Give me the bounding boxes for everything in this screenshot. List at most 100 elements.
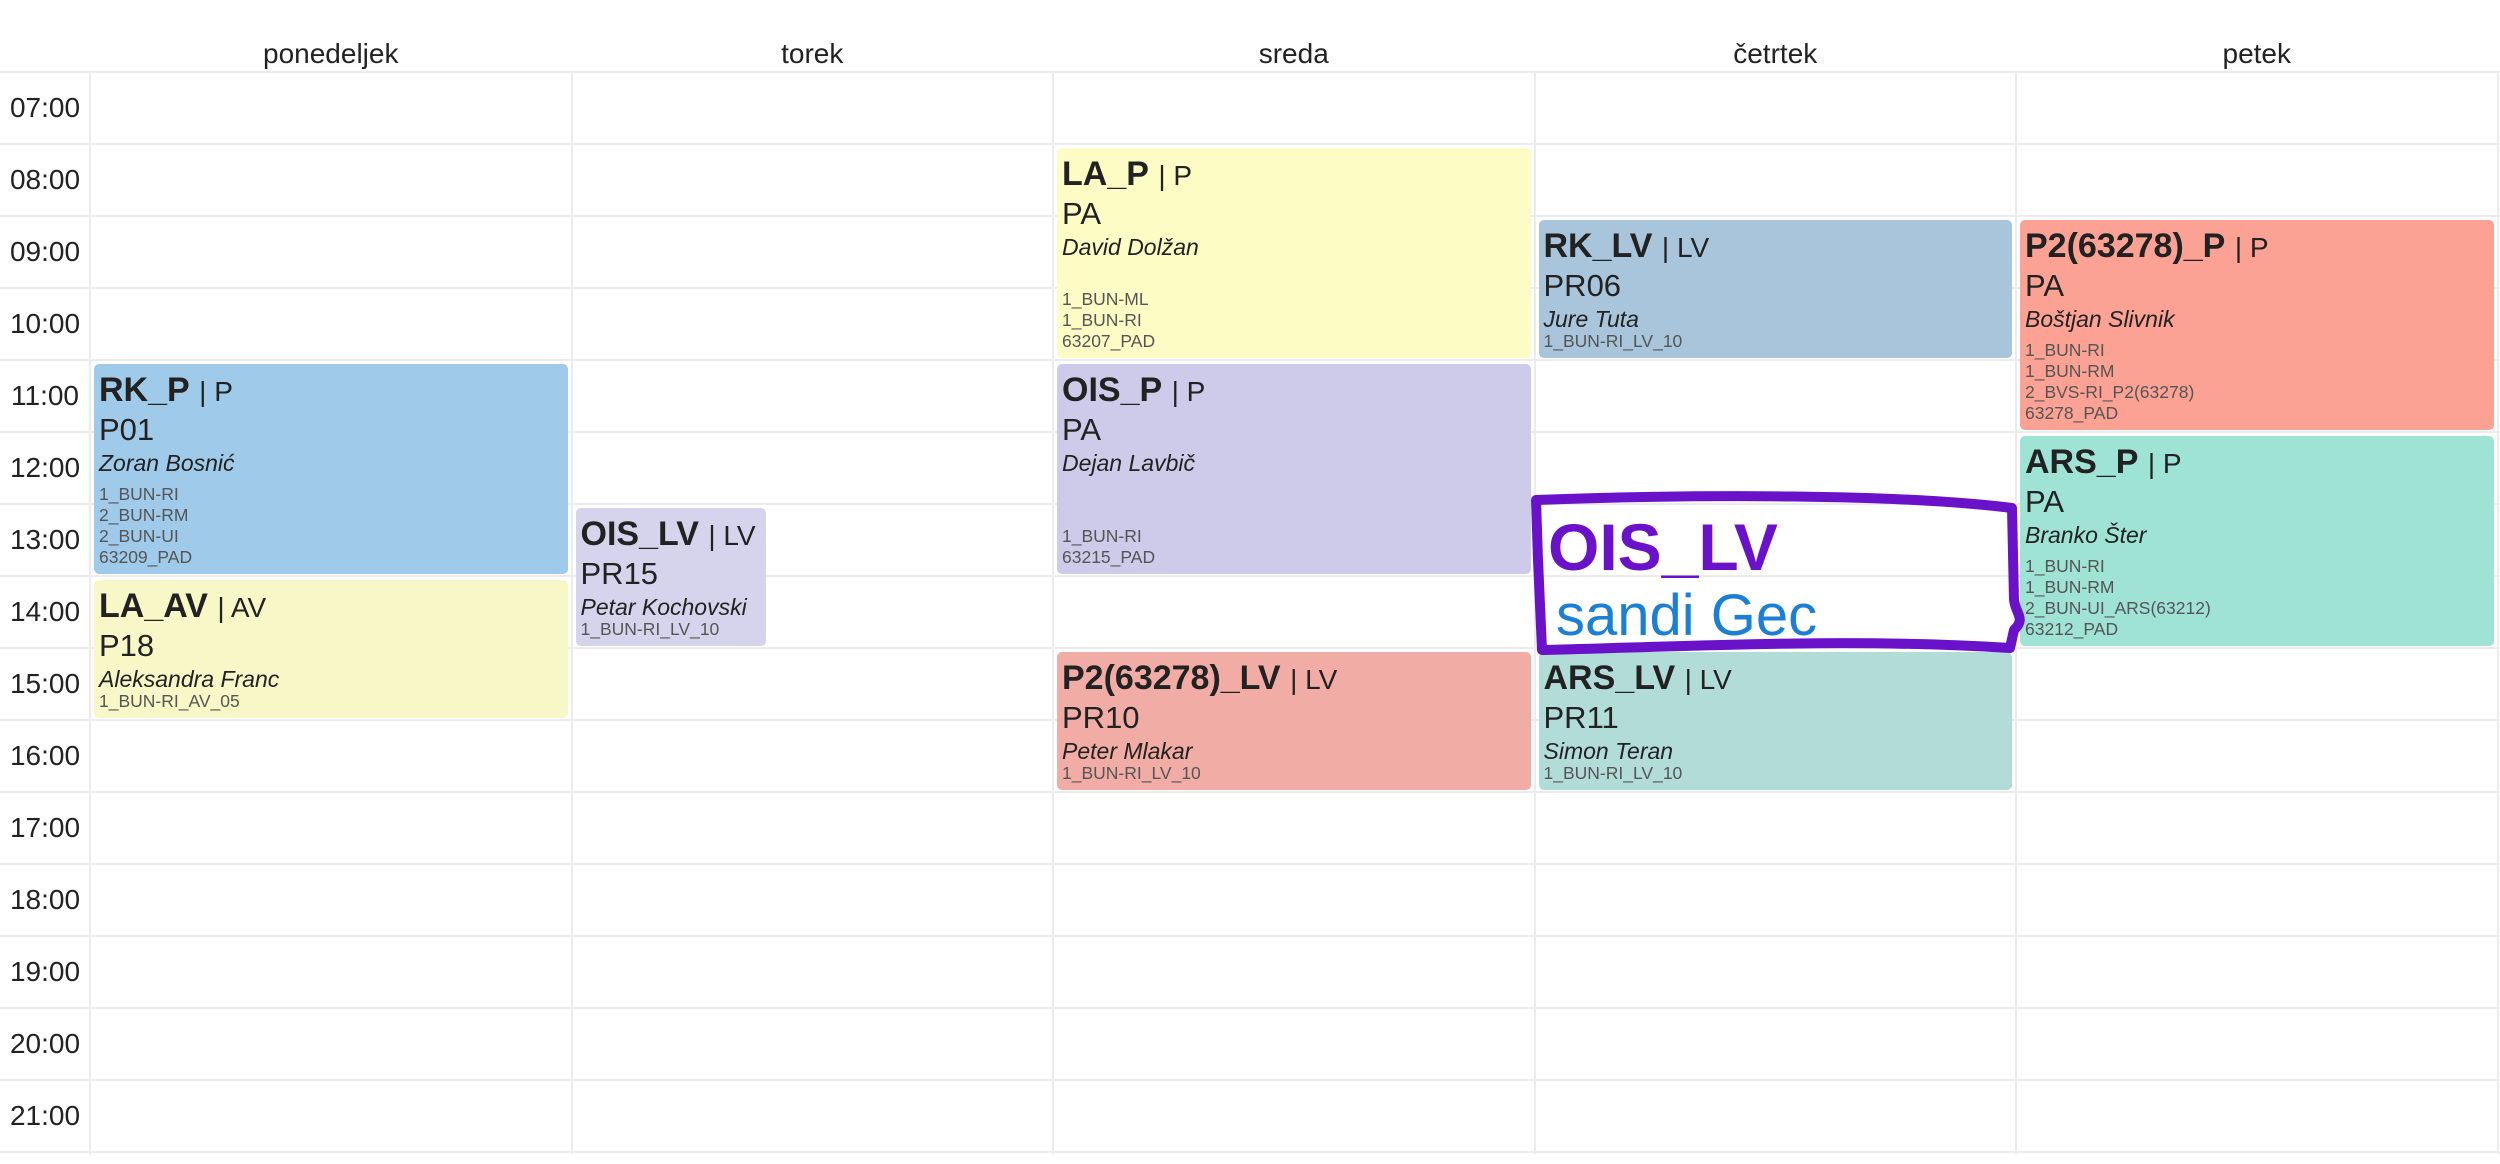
- event-block-p2-p[interactable]: P2(63278)_P | P PA Boštjan Slivnik 1_BUN-RI…: [2020, 220, 2494, 430]
- event-block-ois-lv[interactable]: OIS_LV | LV PR15 Petar Kochovski 1_BUN-RI_L…: [575, 508, 766, 646]
- course-code: LA_P: [1062, 155, 1149, 193]
- event-block-la-p[interactable]: LA_P | P PA David Dolžan 1_BUN-ML 1_BUN-RI 63…: [1057, 148, 1531, 358]
- course-title: RK_LV | LV: [1544, 226, 2008, 268]
- room-label: PR10: [1062, 700, 1140, 735]
- grid-column-line: [2015, 72, 2017, 1154]
- group-item: 63209_PAD: [99, 547, 193, 567]
- course-title: OIS_P | P: [1062, 370, 1526, 412]
- teacher-name: Jure Tuta: [1543, 306, 1639, 332]
- course-code: ARS_LV: [1543, 659, 1676, 697]
- room-label: PA: [1062, 196, 1102, 231]
- course-type: | P: [199, 376, 233, 407]
- event-block-ois-p[interactable]: OIS_P | P PA Dejan Lavbič 1_BUN-RI 63215_PAD: [1057, 364, 1531, 574]
- day-header: četrtek: [1733, 38, 1818, 69]
- time-label: 21:00: [9, 1100, 81, 1131]
- day-header: petek: [2222, 38, 2292, 69]
- group-item: 1_BUN-RM: [2025, 577, 2115, 597]
- time-label: 10:00: [9, 308, 81, 339]
- group-list: 1_BUN-RI_LV_10: [1544, 331, 1683, 352]
- teacher-name: Petar Kochovski: [580, 594, 747, 620]
- weekly-timetable: ponedeljek torek sreda četrtek petek 07:00 08:…: [0, 0, 2500, 1164]
- group-item: 63278_PAD: [2025, 403, 2119, 423]
- event-block-p2-lv[interactable]: P2(63278)_LV | LV PR10 Peter Mlakar 1_BUN-R…: [1057, 652, 1531, 790]
- course-type: | P: [1171, 376, 1206, 407]
- grid-column-line: [1052, 72, 1054, 1154]
- teacher-name: Boštjan Slivnik: [2025, 306, 2175, 332]
- day-header: ponedeljek: [263, 38, 399, 69]
- group-item: 1_BUN-RI: [1062, 526, 1142, 546]
- group-list: 1_BUN-RI 2_BUN-RM 2_BUN-UI 63209_PAD: [99, 484, 192, 568]
- event-block-rk-p[interactable]: RK_P | P P01 Zoran Bosnić 1_BUN-RI 2_BUN-RM 2…: [94, 364, 568, 574]
- time-label: 17:00: [9, 812, 81, 843]
- group-item: 1_BUN-RI: [1062, 310, 1142, 330]
- room-label: P18: [99, 628, 155, 663]
- course-type: | P: [2147, 448, 2182, 479]
- group-item: 1_BUN-RI: [2025, 556, 2105, 576]
- teacher-name: David Dolžan: [1062, 234, 1199, 260]
- group-item: 1_BUN-RI_LV_10: [580, 619, 720, 639]
- teacher-name: Branko Šter: [2025, 522, 2147, 548]
- teacher-name: Aleksandra Franc: [99, 666, 280, 692]
- course-type: | AV: [217, 592, 267, 623]
- time-label: 11:00: [11, 380, 79, 411]
- group-item: 1_BUN-RI: [99, 484, 179, 504]
- group-item: 63212_PAD: [2025, 619, 2119, 639]
- group-item: 2_BUN-UI: [99, 526, 179, 546]
- event-block-ars-lv[interactable]: ARS_LV | LV PR11 Simon Teran 1_BUN-RI_LV_10: [1538, 652, 2012, 790]
- group-item: 2_BUN-UI_ARS(63212): [2025, 598, 2211, 618]
- time-label: 20:00: [9, 1028, 81, 1059]
- room-label: PR11: [1543, 700, 1619, 735]
- group-list: 1_BUN-RI_LV_10: [1544, 763, 1683, 784]
- course-title: LA_AV | AV: [99, 586, 563, 628]
- course-type: | LV: [1290, 664, 1338, 695]
- group-list: 1_BUN-RI 1_BUN-RM 2_BVS-RI_P2(63278) 63278_…: [2025, 340, 2194, 424]
- group-list: 1_BUN-RI 63215_PAD: [1062, 526, 1155, 568]
- room-label: PR06: [1543, 268, 1622, 303]
- room-label: PA: [2025, 484, 2065, 519]
- teacher-name: Dejan Lavbič: [1062, 450, 1195, 476]
- grid-row-line: [0, 143, 2500, 145]
- group-list: 1_BUN-ML 1_BUN-RI 63207_PAD: [1062, 289, 1155, 352]
- course-title: RK_P | P: [99, 370, 563, 412]
- grid-column-line: [570, 72, 573, 1154]
- time-label: 13:00: [9, 524, 81, 555]
- day-header: torek: [781, 38, 844, 69]
- group-item: 1_BUN-RI_AV_05: [99, 691, 240, 711]
- grid-row-line: [0, 863, 2500, 865]
- time-label: 08:00: [9, 164, 81, 195]
- room-label: PR15: [580, 556, 659, 591]
- room-label: PA: [2025, 268, 2065, 303]
- course-code: P2(63278)_LV: [1062, 659, 1281, 697]
- group-list: 1_BUN-RI_AV_05: [99, 691, 240, 712]
- grid-row-line: [0, 791, 2500, 793]
- course-code: ARS_P: [2025, 443, 2139, 481]
- course-type: | LV: [708, 520, 756, 551]
- grid-row-line: [0, 1151, 2500, 1153]
- time-label: 12:00: [9, 452, 81, 483]
- grid-row-line: [0, 935, 2500, 937]
- course-title: P2(63278)_P | P: [2025, 226, 2489, 268]
- course-type: | P: [2234, 232, 2269, 263]
- grid-column-line: [1533, 72, 1536, 1154]
- group-item: 1_BUN-RM: [2025, 361, 2115, 381]
- course-type: | P: [1158, 160, 1193, 191]
- group-item: 1_BUN-RI_LV_10: [1543, 763, 1683, 783]
- teacher-name: Simon Teran: [1543, 738, 1674, 764]
- time-label: 16:00: [9, 740, 81, 771]
- event-block-rk-lv[interactable]: RK_LV | LV PR06 Jure Tuta 1_BUN-RI_LV_10: [1538, 220, 2012, 358]
- time-label: 14:00: [9, 596, 81, 627]
- course-title: LA_P | P: [1062, 154, 1526, 196]
- room-label: PA: [1062, 412, 1102, 447]
- time-label: 19:00: [9, 956, 81, 987]
- event-block-la-av[interactable]: LA_AV | AV P18 Aleksandra Franc 1_BUN-RI_AV…: [94, 580, 568, 718]
- course-type: | LV: [1684, 664, 1732, 695]
- course-code: OIS_P: [1062, 371, 1163, 409]
- group-item: 63207_PAD: [1062, 331, 1156, 351]
- group-list: 1_BUN-RI_LV_10: [581, 619, 720, 640]
- grid-row-line: [0, 1079, 2500, 1081]
- course-title: OIS_LV | LV: [581, 514, 761, 556]
- event-block-ars-p[interactable]: ARS_P | P PA Branko Šter 1_BUN-RI 1_BUN-RM 2_…: [2020, 436, 2494, 646]
- group-item: 63215_PAD: [1062, 547, 1156, 567]
- time-label: 09:00: [9, 236, 81, 267]
- group-item: 1_BUN-RI_LV_10: [1062, 763, 1201, 783]
